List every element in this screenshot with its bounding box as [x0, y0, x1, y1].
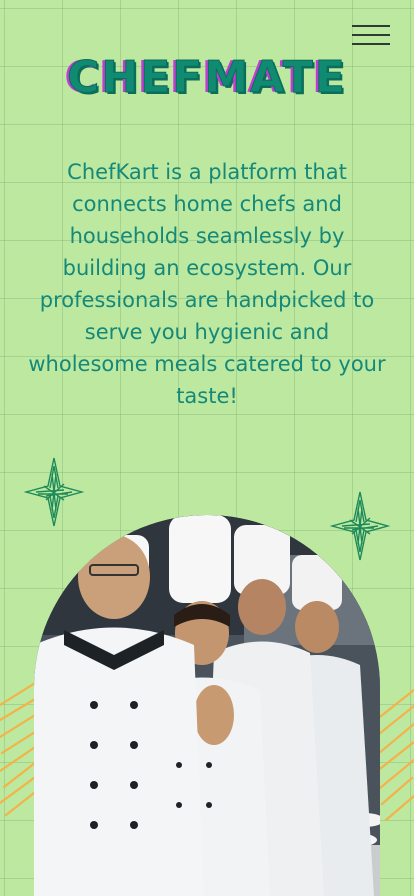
hamburger-menu-icon[interactable] — [352, 22, 390, 48]
green-sparkle-icon — [24, 457, 84, 527]
green-sparkle-icon — [330, 491, 390, 561]
chefs-team-photo — [34, 515, 380, 896]
menu-line — [352, 34, 390, 36]
menu-line — [352, 25, 390, 27]
chefs-illustration — [34, 515, 380, 896]
menu-line — [352, 43, 390, 45]
brand-logo-title: CHEFMATE — [67, 52, 347, 104]
intro-paragraph: ChefKart is a platform that connects hom… — [28, 160, 386, 408]
